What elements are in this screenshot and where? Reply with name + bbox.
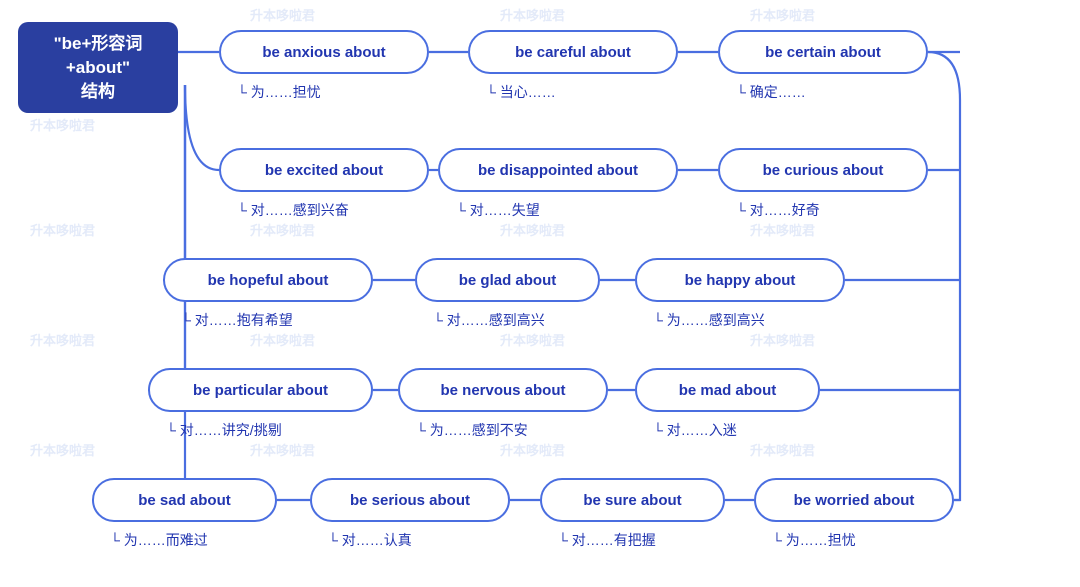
pill-p14: be serious about [310, 478, 510, 522]
trans-p13: └ 为……而难过 [110, 530, 208, 550]
watermark: 升本哆啦君 [750, 330, 815, 349]
trans-p9: └ 为……感到高兴 [653, 310, 765, 330]
watermark: 升本哆啦君 [30, 440, 95, 459]
watermark: 升本哆啦君 [30, 330, 95, 349]
trans-p10: └ 对……讲究/挑剔 [166, 420, 282, 440]
trans-p15: └ 对……有把握 [558, 530, 656, 550]
watermark: 升本哆啦君 [750, 5, 815, 24]
pill-p16: be worried about [754, 478, 954, 522]
pill-p15: be sure about [540, 478, 725, 522]
pill-p2: be careful about [468, 30, 678, 74]
trans-p7: └ 对……抱有希望 [181, 310, 293, 330]
trans-p8: └ 对……感到高兴 [433, 310, 545, 330]
pill-p13: be sad about [92, 478, 277, 522]
watermark: 升本哆啦君 [500, 330, 565, 349]
trans-p2: └ 当心…… [486, 82, 556, 102]
trans-p11: └ 为……感到不安 [416, 420, 528, 440]
trans-p6: └ 对……好奇 [736, 200, 820, 220]
trans-p3: └ 确定…… [736, 82, 806, 102]
watermark: 升本哆啦君 [30, 220, 95, 239]
watermark: 升本哆啦君 [250, 220, 315, 239]
trans-p4: └ 对……感到兴奋 [237, 200, 349, 220]
pill-p12: be mad about [635, 368, 820, 412]
watermark: 升本哆啦君 [750, 440, 815, 459]
trans-p5: └ 对……失望 [456, 200, 540, 220]
pill-p10: be particular about [148, 368, 373, 412]
pill-p4: be excited about [219, 148, 429, 192]
pill-p1: be anxious about [219, 30, 429, 74]
watermark: 升本哆啦君 [750, 220, 815, 239]
pill-p6: be curious about [718, 148, 928, 192]
watermark: 升本哆啦君 [500, 5, 565, 24]
watermark: 升本哆啦君 [500, 440, 565, 459]
trans-p12: └ 对……入迷 [653, 420, 737, 440]
watermark: 升本哆啦君 [30, 115, 95, 134]
pill-p7: be hopeful about [163, 258, 373, 302]
watermark: 升本哆啦君 [250, 330, 315, 349]
trans-p16: └ 为……担忧 [772, 530, 856, 550]
pill-p11: be nervous about [398, 368, 608, 412]
watermark: 升本哆啦君 [250, 440, 315, 459]
trans-p1: └ 为……担忧 [237, 82, 321, 102]
pill-p8: be glad about [415, 258, 600, 302]
pill-p5: be disappointed about [438, 148, 678, 192]
trans-p14: └ 对……认真 [328, 530, 412, 550]
pill-p9: be happy about [635, 258, 845, 302]
watermark: 升本哆啦君 [250, 5, 315, 24]
pill-p3: be certain about [718, 30, 928, 74]
title-box: "be+形容词+about" 结构 [18, 22, 178, 113]
watermark: 升本哆啦君 [500, 220, 565, 239]
